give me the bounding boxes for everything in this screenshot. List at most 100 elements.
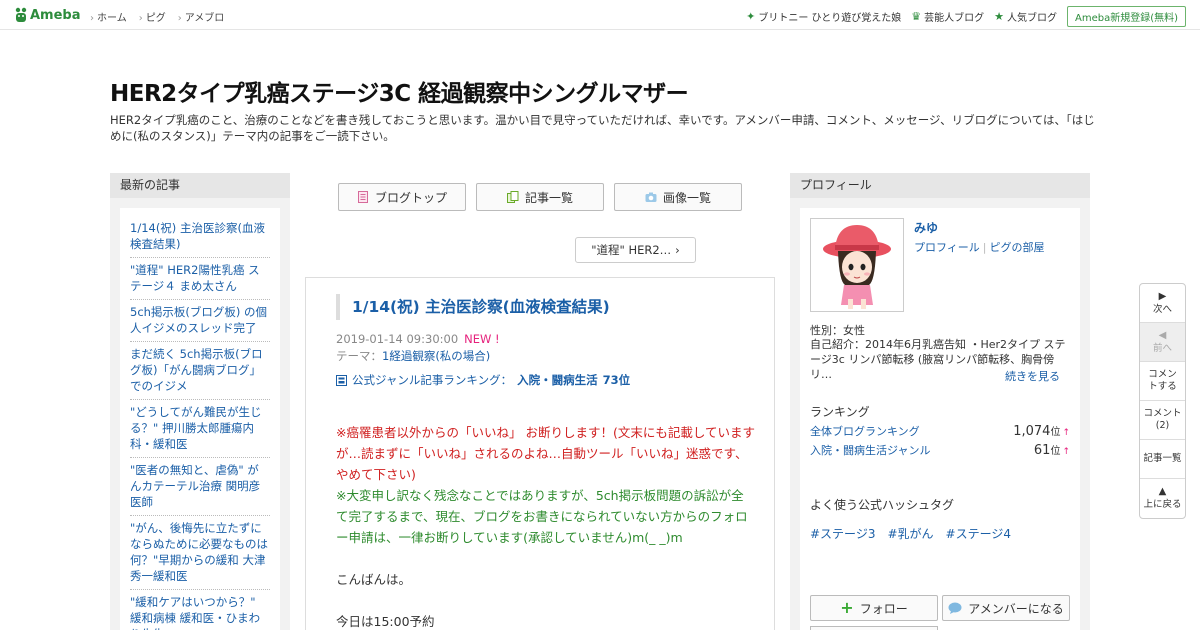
ameba-logo[interactable]: Ameba	[14, 6, 81, 24]
recent-posts-panel: 最新の記事 1/14(祝) 主治医診察(血液検査結果) "道程" HER2陽性乳…	[110, 173, 290, 630]
triangle-up-icon: ▲	[1158, 486, 1167, 497]
next-article-button[interactable]: ▶ 次へ	[1140, 284, 1185, 323]
ranking-row-value: 1,074位 ↑	[1013, 423, 1070, 439]
comments-label: コメント(2)	[1143, 408, 1182, 431]
arrow-up-icon: ↑	[1062, 447, 1070, 457]
recent-post-item[interactable]: 1/14(祝) 主治医診察(血液検査結果)	[130, 216, 270, 258]
hashtag-heading: よく使う公式ハッシュタグ	[810, 498, 955, 512]
back-to-top-button[interactable]: ▲ 上に戻る	[1140, 479, 1185, 518]
prev-label: 前へ	[1152, 342, 1172, 354]
ranking-row-label: 入院・闘病生活ジャンル	[810, 444, 931, 457]
ranking-row-value: 61位 ↑	[1034, 442, 1070, 458]
ranking-label: 公式ジャンル記事ランキング：	[352, 373, 513, 387]
image-list-label: 画像一覧	[662, 190, 711, 205]
article-body: ※癌罹患者以外からの「いいね」 お断りします！(文末にも記載していますが…読まず…	[336, 422, 756, 630]
profile-gender: 性別：女性	[810, 324, 865, 337]
article-list-side-button[interactable]: 記事一覧	[1140, 440, 1185, 479]
hashtag-link[interactable]: #ステージ3	[810, 525, 875, 542]
triangle-right-icon: ▶	[1158, 290, 1167, 302]
blog-top-button[interactable]: ブログトップ	[338, 183, 466, 211]
arrow-up-icon: ↑	[1062, 428, 1070, 438]
pigg-room-link[interactable]: ピグの部屋	[990, 241, 1045, 254]
blog-description: HER2タイプ乳癌のこと、治療のことなどを書き残しておこうと思います。温かい目で…	[110, 113, 1095, 143]
plus-icon: +	[840, 598, 854, 617]
message-button[interactable]	[810, 626, 938, 630]
celebrity-blog-label: 芸能人ブログ	[924, 13, 985, 24]
trending-link-label: ブリトニー ひとり遊び覚えた娘	[758, 13, 902, 24]
recent-post-item[interactable]: "どうしてがん難民が生じる？" 押川勝太郎腫瘍内科・緩和医	[130, 400, 270, 458]
sparkle-icon: ✦	[746, 10, 756, 23]
nav-ameblo[interactable]: アメブロ	[178, 9, 225, 24]
ranking-icon	[336, 374, 347, 386]
chat-bubble-icon	[948, 602, 962, 614]
crown-icon: ♛	[911, 10, 922, 23]
article-title[interactable]: 1/14(祝) 主治医診察(血液検査結果)	[336, 294, 610, 320]
ranking-row-genre[interactable]: 入院・闘病生活ジャンル 61位 ↑	[810, 442, 1070, 458]
profile-heading: プロフィール	[790, 173, 1090, 198]
read-more-link[interactable]: 続きを見る	[1005, 368, 1060, 384]
recent-post-item[interactable]: "がん、後悔先に立たずにならぬために必要なものは何？"早期からの緩和 大津秀一緩…	[130, 516, 270, 590]
amember-button[interactable]: アメンバーになる	[942, 595, 1070, 621]
ranking-unit: 位	[1050, 427, 1061, 438]
nav-home[interactable]: ホーム	[90, 9, 127, 24]
avatar[interactable]	[810, 218, 904, 312]
profile-panel: プロフィール みゆ プロフィール | ピグの部屋 性別：女性 自己紹介：2014…	[790, 173, 1090, 630]
nav-pigg[interactable]: ピグ	[139, 9, 166, 24]
celebrity-blog-link[interactable]: ♛ 芸能人ブログ	[911, 9, 984, 24]
notice-green: ※大変申し訳なく残念なことではありますが、5ch掲示板問題の訴訟が全て完了するま…	[336, 488, 748, 545]
signup-button[interactable]: Ameba新規登録(無料)	[1066, 6, 1186, 27]
recent-post-item[interactable]: "緩和ケアはいつから？" 緩和病棟 緩和医・ひまわり先生	[130, 590, 270, 630]
floating-menu: ▶ 次へ ◀ 前へ コメントする コメント(2) 記事一覧 ▲ 上に戻る	[1139, 283, 1186, 519]
profile-links: プロフィール | ピグの部屋	[914, 239, 1045, 255]
popular-blog-link[interactable]: ★ 人気ブログ	[994, 9, 1057, 24]
body-line: こんばんは。	[336, 572, 412, 587]
blog-title[interactable]: HER2タイプ乳癌ステージ3C 経過観察中シングルマザー	[110, 74, 689, 108]
ranking-unit: 位	[1050, 446, 1061, 457]
profile-name[interactable]: みゆ	[914, 219, 938, 236]
follow-button[interactable]: + フォロー	[810, 595, 938, 621]
link-separator: |	[982, 241, 987, 254]
trending-link[interactable]: ✦ ブリトニー ひとり遊び覚えた娘	[746, 9, 901, 24]
genre-ranking[interactable]: 公式ジャンル記事ランキング： 入院・闘病生活 73位	[336, 372, 630, 388]
recent-posts-heading: 最新の記事	[110, 173, 290, 198]
recent-post-item[interactable]: "医者の無知と、虐偽" がんカテーテル治療 関明彦医師	[130, 458, 270, 516]
camera-icon	[645, 192, 657, 202]
logo-text: Ameba	[30, 7, 81, 23]
next-post-button[interactable]: "道程" HER2… ›	[575, 237, 696, 263]
ranking-row-overall[interactable]: 全体ブログランキング 1,074位 ↑	[810, 423, 1070, 439]
recent-post-item[interactable]: まだ続く 5ch掲示板(ブログ板)「がん闘病ブログ」でのイジメ	[130, 342, 270, 400]
top-label: 上に戻る	[1143, 499, 1182, 510]
chevron-right-icon: ›	[675, 243, 680, 257]
ranking-rank: 73位	[602, 373, 631, 387]
ranking-value: 61	[1033, 443, 1051, 458]
recent-post-item[interactable]: 5ch掲示板(ブログ板) の個人イジメのスレッド完了	[130, 300, 270, 342]
body-line: 今日は15:00予約	[336, 614, 435, 629]
prev-article-button[interactable]: ◀ 前へ	[1140, 323, 1185, 362]
comments-button[interactable]: コメント(2)	[1140, 401, 1185, 440]
amember-label: アメンバーになる	[968, 601, 1064, 616]
avatar-illustration	[823, 225, 891, 309]
article-list-label: 記事一覧	[524, 190, 573, 205]
article-meta: 2019-01-14 09:30:00 NEW ! テーマ：1経過観察(私の場合)	[336, 331, 500, 365]
image-list-button[interactable]: 画像一覧	[614, 183, 742, 211]
recent-post-item[interactable]: "道程" HER2陽性乳癌 ステージ４ まめ太さん	[130, 258, 270, 300]
copy-icon	[506, 191, 519, 203]
article-list-button[interactable]: 記事一覧	[476, 183, 604, 211]
profile-link[interactable]: プロフィール	[914, 241, 980, 254]
theme-link[interactable]: 1経過観察(私の場合)	[382, 349, 490, 363]
triangle-left-icon: ◀	[1158, 329, 1167, 341]
hashtag-link[interactable]: #乳がん	[887, 525, 933, 542]
article-card: 1/14(祝) 主治医診察(血液検査結果) 2019-01-14 09:30:0…	[305, 277, 775, 630]
comment-label: コメントする	[1148, 369, 1177, 392]
write-comment-button[interactable]: コメントする	[1140, 362, 1185, 401]
profile-box: みゆ プロフィール | ピグの部屋 性別：女性 自己紹介：2014年6月乳癌告知 ・…	[800, 208, 1080, 630]
new-badge: NEW !	[464, 332, 500, 346]
hashtag-link[interactable]: #ステージ4	[946, 525, 1011, 542]
ranking-value: 1,074	[1013, 424, 1051, 439]
ameba-logo-icon	[15, 7, 27, 22]
popular-blog-label: 人気ブログ	[1006, 13, 1057, 24]
next-label: 次へ	[1152, 303, 1172, 315]
notice-red: ※癌罹患者以外からの「いいね」 お断りします！(文末にも記載していますが…読まず…	[336, 425, 755, 482]
article-date: 2019-01-14 09:30:00	[336, 332, 459, 346]
ranking-heading: ランキング	[810, 405, 870, 419]
